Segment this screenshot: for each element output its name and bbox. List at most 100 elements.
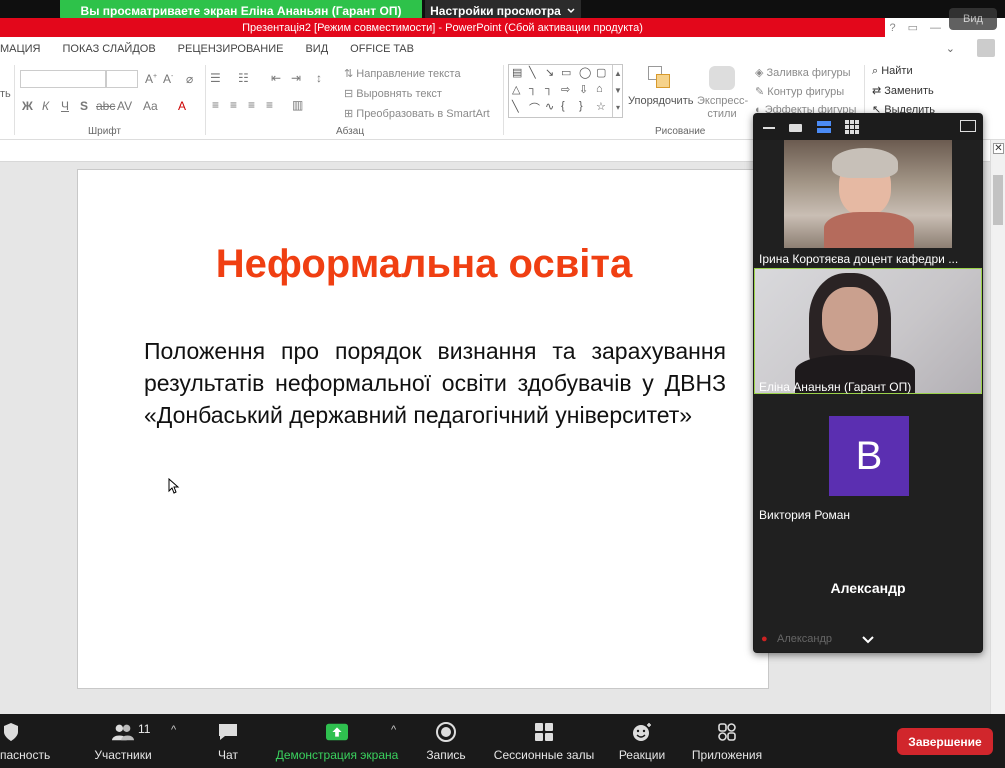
- security-button[interactable]: пасность: [0, 714, 52, 768]
- quick-styles-button[interactable]: Экспресс-стили: [697, 95, 748, 121]
- shape-fill-button[interactable]: ◈ Заливка фигуры: [755, 66, 851, 79]
- help-icon[interactable]: ?: [889, 22, 895, 34]
- reactions-button[interactable]: Реакции: [616, 714, 668, 768]
- vertical-scrollbar[interactable]: ✕: [990, 140, 1005, 714]
- replace-button[interactable]: ⇄ Заменить: [872, 84, 934, 97]
- breakout-rooms-button[interactable]: Сессионные залы: [492, 714, 596, 768]
- chevron-up-icon[interactable]: ^: [171, 724, 176, 736]
- oval-shape-icon[interactable]: ◯: [579, 66, 591, 79]
- line-spacing-icon[interactable]: ↕: [316, 71, 322, 85]
- down-arrow-shape-icon[interactable]: ⇩: [579, 83, 588, 96]
- right-brace-shape-icon[interactable]: }: [579, 100, 583, 112]
- columns-icon[interactable]: ▥: [292, 98, 303, 112]
- find-button[interactable]: ⌕ Найти: [872, 65, 913, 78]
- tab-animation[interactable]: МАЦИЯ: [0, 43, 41, 55]
- strikethrough-icon[interactable]: abc: [96, 99, 115, 113]
- triangle-shape-icon[interactable]: △: [512, 83, 520, 96]
- font-name-combo[interactable]: [20, 70, 106, 88]
- participant-tile-active[interactable]: Еліна Ананьян (Гарант ОП): [754, 268, 982, 396]
- arrange-icon: [648, 66, 672, 90]
- gallery-view-icon[interactable]: [845, 120, 859, 134]
- slide-body-text[interactable]: Положення про порядок визнання та зараху…: [144, 335, 726, 431]
- apps-button[interactable]: Приложения: [688, 714, 766, 768]
- pip-exit-icon[interactable]: [960, 120, 976, 132]
- grow-font-icon[interactable]: A+: [145, 72, 157, 86]
- font-color-icon[interactable]: A: [178, 99, 186, 113]
- tab-review[interactable]: РЕЦЕНЗИРОВАНИЕ: [178, 43, 284, 55]
- font-size-combo[interactable]: [106, 70, 138, 88]
- tab-office-tab[interactable]: OFFICE TAB: [350, 43, 414, 55]
- chevron-up-icon[interactable]: ^: [391, 724, 396, 736]
- participant-tile[interactable]: В Виктория Роман: [754, 396, 982, 524]
- minimize-icon[interactable]: —: [930, 22, 941, 34]
- rectangle-shape-icon[interactable]: ▭: [561, 66, 571, 79]
- minimize-icon[interactable]: [763, 127, 775, 129]
- ribbon-collapse-icon[interactable]: ⌄: [946, 42, 955, 55]
- strip-view-icon[interactable]: [817, 121, 831, 133]
- right-arrow-shape-icon[interactable]: ⇨: [561, 83, 570, 96]
- freeform-shape-icon[interactable]: ⌂: [596, 83, 603, 95]
- rounded-rect-shape-icon[interactable]: ▢: [596, 66, 606, 79]
- align-right-icon[interactable]: ≡: [248, 98, 255, 112]
- textbox-shape-icon[interactable]: ▤: [512, 66, 522, 79]
- slide[interactable]: Неформальна освіта Положення про порядок…: [77, 169, 769, 689]
- gallery-scroll[interactable]: ▲ ▼ ▾: [612, 65, 623, 117]
- shapes-gallery[interactable]: ▤ ╲ ↘ ▭ ◯ ▢ △ ┐ ┐ ⇨ ⇩ ⌂ ╲ ⌒ ∿ { } ☆ ▲ ▼ ▾: [508, 64, 623, 118]
- italic-icon[interactable]: К: [42, 99, 49, 113]
- window-controls: ? ▭ —: [889, 18, 941, 37]
- footer-name: Александр: [777, 633, 833, 645]
- record-button[interactable]: Запись: [424, 714, 468, 768]
- end-meeting-button[interactable]: Завершение: [897, 728, 993, 755]
- share-screen-button[interactable]: Демонстрация экрана: [274, 714, 400, 768]
- restore-icon[interactable]: ▭: [908, 21, 918, 34]
- numbering-icon[interactable]: ☷: [238, 71, 249, 85]
- bullets-icon[interactable]: ☰: [210, 71, 221, 85]
- align-text-button[interactable]: ⊟ Выровнять текст: [344, 87, 442, 100]
- align-left-icon[interactable]: ≡: [212, 98, 219, 112]
- chat-button[interactable]: Чат: [210, 714, 246, 768]
- tab-slideshow[interactable]: ПОКАЗ СЛАЙДОВ: [63, 43, 156, 55]
- smartart-button[interactable]: ⊞ Преобразовать в SmartArt: [344, 107, 490, 120]
- ribbon-separator: [503, 65, 504, 135]
- view-button-label: Вид: [963, 13, 983, 25]
- share-screen-icon: [326, 722, 348, 742]
- gallery-footer: ● Александр: [753, 627, 983, 653]
- shrink-font-icon[interactable]: A-: [163, 72, 173, 86]
- ribbon-separator: [14, 65, 15, 135]
- chevron-down-icon[interactable]: [861, 635, 875, 645]
- screen: Вы просматриваете экран Еліна Ананьян (Г…: [0, 0, 1005, 768]
- star-shape-icon[interactable]: ☆: [596, 100, 606, 113]
- view-button[interactable]: Вид: [949, 8, 997, 30]
- char-spacing-icon[interactable]: AV: [117, 99, 132, 113]
- elbow-arrow-shape-icon[interactable]: ┐: [545, 83, 553, 95]
- clear-format-icon[interactable]: ⌀: [186, 72, 193, 86]
- close-icon[interactable]: ✕: [993, 143, 1004, 154]
- reactions-label: Реакции: [618, 748, 666, 762]
- elbow-shape-icon[interactable]: ┐: [529, 83, 537, 95]
- shape-outline-button[interactable]: ✎ Контур фигуры: [755, 85, 844, 98]
- participant-tile[interactable]: Ірина Коротяєва доцент кафедри ...: [754, 140, 982, 268]
- arc-shape-icon[interactable]: ⌒: [529, 100, 540, 116]
- align-center-icon[interactable]: ≡: [230, 98, 237, 112]
- account-icon[interactable]: [977, 39, 995, 57]
- arrow-shape-icon[interactable]: ↘: [545, 66, 554, 79]
- slide-title[interactable]: Неформальна освіта: [78, 242, 770, 287]
- curve-shape-icon[interactable]: ╲: [512, 100, 519, 113]
- decrease-indent-icon[interactable]: ⇤: [271, 71, 281, 85]
- increase-indent-icon[interactable]: ⇥: [291, 71, 301, 85]
- line-shape-icon[interactable]: ╲: [529, 66, 536, 79]
- left-brace-shape-icon[interactable]: {: [561, 100, 565, 112]
- underline-icon[interactable]: Ч: [61, 99, 69, 113]
- scroll-thumb[interactable]: [993, 175, 1003, 225]
- participants-count: 11: [138, 722, 151, 736]
- change-case-icon[interactable]: Aa: [143, 99, 158, 113]
- text-direction-button[interactable]: ⇅ Направление текста: [344, 67, 461, 80]
- wave-shape-icon[interactable]: ∿: [545, 100, 554, 113]
- arrange-button[interactable]: Упорядочить: [628, 95, 693, 107]
- tab-view[interactable]: ВИД: [305, 43, 328, 55]
- shadow-icon[interactable]: S: [80, 99, 88, 113]
- justify-icon[interactable]: ≡: [266, 98, 273, 112]
- record-label: Запись: [426, 748, 466, 762]
- speaker-view-icon[interactable]: [789, 124, 802, 132]
- bold-icon[interactable]: Ж: [22, 99, 33, 113]
